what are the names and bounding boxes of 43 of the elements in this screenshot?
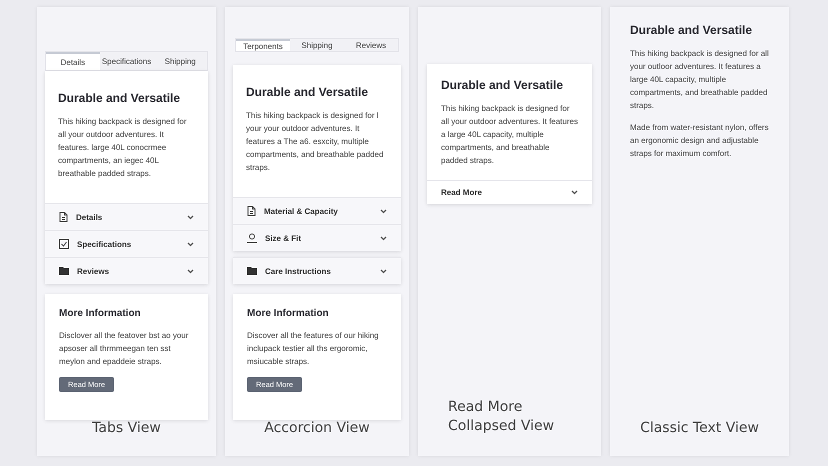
tab[interactable]: Terponents <box>236 39 290 51</box>
person-icon <box>247 233 257 243</box>
accordion-row[interactable]: Care Instructions <box>233 257 401 284</box>
card-title: Durable and Versatile <box>441 78 564 92</box>
accordion-row[interactable]: Reviews <box>45 257 208 284</box>
section-title: Durable and Versatile <box>630 23 754 37</box>
accordion-row[interactable]: Specifications <box>45 230 208 257</box>
description-text: This hiking backpack is designed for l your your outdoor adventures. It features a The a6. esxcity, multiple compartments, and breathable padded straps. <box>246 110 384 174</box>
chevron-down-icon <box>571 190 578 195</box>
chevron-down-icon <box>187 268 194 274</box>
chevron-down-icon <box>187 214 194 220</box>
tab[interactable]: Details <box>46 52 100 70</box>
card-title: Durable and Versatile <box>246 85 370 99</box>
description-text: Made from water-resistant nylon, offers an ergonomic design and adjustable straps for maximum comfort. <box>630 122 769 160</box>
folder-icon <box>247 267 257 275</box>
accordion-row[interactable]: Size & Fit <box>233 224 401 251</box>
document-icon <box>247 206 256 216</box>
tab[interactable]: Shipping <box>290 39 344 51</box>
card-title: More Information <box>247 308 330 319</box>
card-title: More Information <box>59 308 142 319</box>
tab[interactable]: Specifications <box>100 52 154 70</box>
chevron-down-icon <box>187 242 194 246</box>
checkbox-icon <box>59 239 69 249</box>
description-text: This hiking backpack is designed for all your outloor adventures. It features a large 40L capacity, multiple compartments, and breathable padded straps. <box>630 48 769 112</box>
tab[interactable]: Shipping <box>153 52 208 70</box>
description-text: This hiking backpack is designed for all your outdoor adventures. It features. large 40L conocrmee compartments, an iegec 40L breathable padded straps. <box>58 116 188 180</box>
folder-icon <box>59 267 69 275</box>
view-caption: Read More Collapsed View <box>447 398 556 436</box>
view-caption: Classic Text View <box>639 420 760 436</box>
chevron-down-icon <box>380 236 387 240</box>
view-caption: Tabs View <box>91 420 162 436</box>
description-text: This hiking backpack is designed for all your outdoor adventures. It features a large 40L capacity, multiple compartments, and breathable padded straps. <box>441 103 578 167</box>
description-text: Discover all the features of our hiking inclupack testier all ths ergoromic, msiucable straps. <box>247 330 380 368</box>
view-caption: Accorcion View <box>263 420 371 436</box>
accordion-row[interactable]: Material & Capacity <box>233 197 401 224</box>
description-text: Disclover all the featover bst ao your apsoser all thrmmeegan ten sst meylon and epaddeie straps. <box>59 330 190 368</box>
chevron-down-icon <box>380 208 387 214</box>
tab[interactable]: Reviews <box>344 39 398 51</box>
read-more-toggle[interactable]: Read More <box>427 180 592 204</box>
card-title: Durable and Versatile <box>58 91 182 105</box>
chevron-down-icon <box>380 268 387 274</box>
accordion-row[interactable]: Details <box>45 203 208 230</box>
document-icon <box>59 212 68 222</box>
